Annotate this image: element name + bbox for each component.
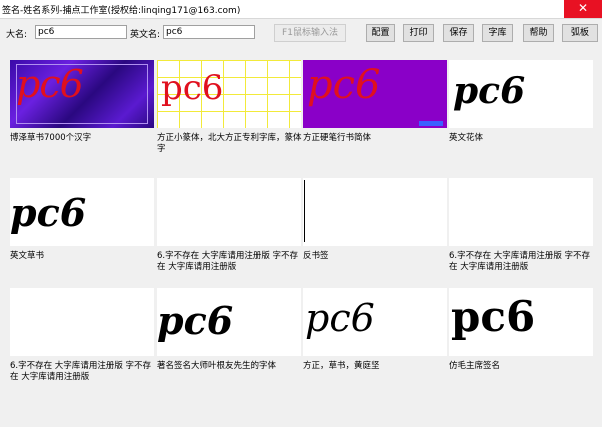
preview-text: pc6: [305, 296, 375, 340]
preview-text: pc6: [453, 70, 526, 112]
watermark-strip: [419, 121, 443, 126]
style-preview: pc6: [157, 60, 301, 128]
preview-text: pc6: [451, 292, 536, 341]
chinese-name-input[interactable]: pc6: [35, 25, 127, 39]
title-bar: 签名-姓名系列-捕点工作室(授权给:linqing171@163.com) ✕: [0, 0, 602, 19]
style-caption: 方正小篆体，北大方正专利字库，篆体字: [157, 133, 302, 154]
style-preview: pc6: [10, 60, 154, 128]
style-caption: 6.字不存在 大字库请用注册版 字不存在 大字库请用注册版: [10, 361, 152, 382]
close-button[interactable]: ✕: [564, 0, 602, 18]
window-title: 签名-姓名系列-捕点工作室(授权给:linqing171@163.com): [2, 6, 241, 16]
style-preview: pc6: [303, 60, 447, 128]
style-caption: 英文草书: [10, 251, 45, 261]
style-preview: pc6: [449, 60, 593, 128]
style-caption: 6.字不存在 大字库请用注册版 字不存在 大字库请用注册版: [449, 251, 591, 272]
style-preview: [157, 178, 301, 246]
style-preview: pc6: [10, 178, 154, 246]
print-button[interactable]: 打印: [403, 24, 434, 42]
style-preview: pc6: [303, 288, 447, 356]
style-preview: [303, 178, 447, 246]
style-caption: 方正硬笔行书简体: [303, 133, 372, 143]
style-preview: [449, 178, 593, 246]
english-name-input[interactable]: pc6: [163, 25, 255, 39]
style-preview: pc6: [449, 288, 593, 356]
template-button[interactable]: 弧板: [562, 24, 598, 42]
preview-stroke: [304, 180, 305, 242]
style-preview: pc6: [157, 288, 301, 356]
preview-text: pc6: [307, 62, 381, 108]
signature-grid: pc6 博泽草书7000个汉字 pc6 方正小篆体，北大方正专利字库，篆体字 p…: [0, 50, 602, 427]
font-library-button[interactable]: 字库: [482, 24, 513, 42]
preview-text: pc6: [161, 68, 224, 108]
chinese-name-label: 大名:: [6, 30, 28, 40]
preview-text: pc6: [10, 190, 87, 235]
save-button[interactable]: 保存: [443, 24, 474, 42]
help-button[interactable]: 帮助: [523, 24, 554, 42]
style-caption: 方正，草书，黄庭坚: [303, 361, 380, 371]
toolbar: 大名: pc6 英文名: pc6 F1鼠标输入法 配置 打印 保存 字库 帮助 …: [0, 19, 602, 47]
handwrite-input-button[interactable]: F1鼠标输入法: [274, 24, 346, 42]
style-caption: 著名签名大师叶根友先生的字体: [157, 361, 277, 371]
english-name-label: 英文名:: [130, 30, 161, 40]
style-caption: 反书签: [303, 251, 329, 261]
style-caption: 仿毛主席签名: [449, 361, 501, 371]
preview-text: pc6: [157, 298, 234, 343]
config-button[interactable]: 配置: [366, 24, 395, 42]
style-caption: 英文花体: [449, 133, 484, 143]
style-caption: 博泽草书7000个汉字: [10, 133, 92, 143]
style-preview: [10, 288, 154, 356]
close-icon: ✕: [577, 1, 589, 15]
preview-text: pc6: [16, 62, 84, 106]
style-caption: 6.字不存在 大字库请用注册版 字不存在 大字库请用注册版: [157, 251, 299, 272]
